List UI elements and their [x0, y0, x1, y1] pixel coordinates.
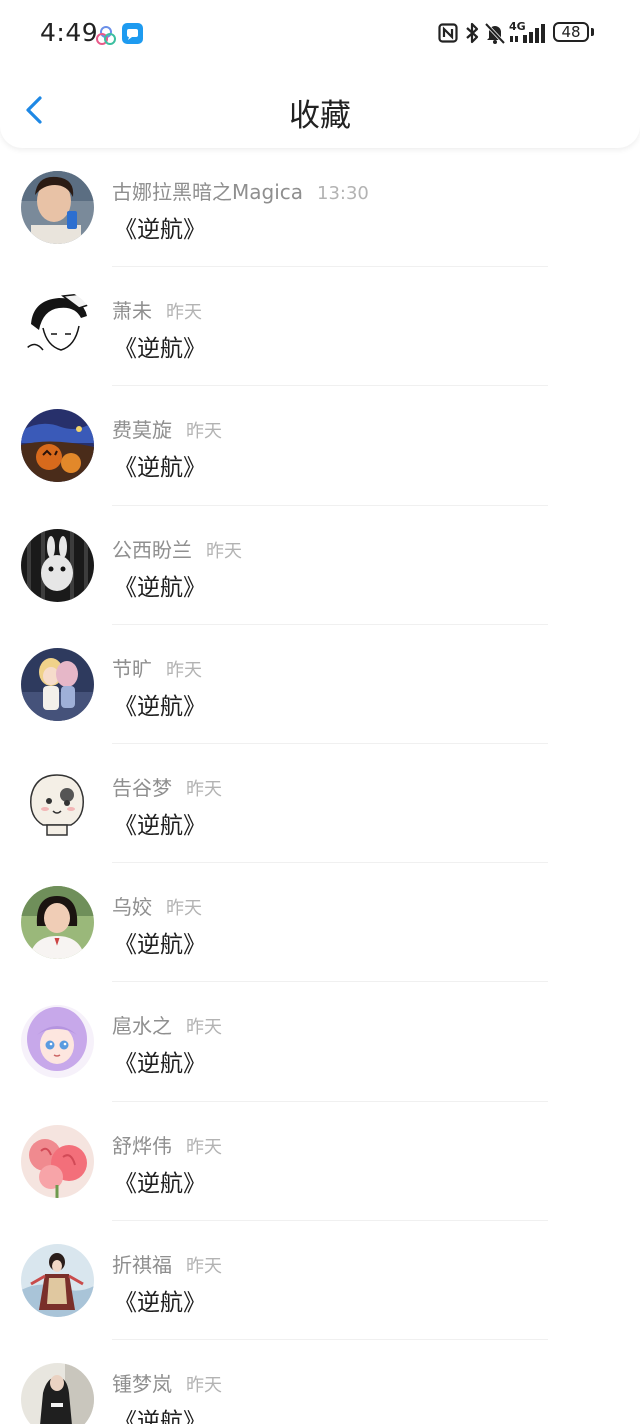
item-message: 《逆航》 — [114, 812, 206, 839]
item-meta: 古娜拉黑暗之Magica 13:30 — [112, 176, 369, 204]
title-bar: 收藏 — [0, 72, 640, 148]
battery-tip — [591, 28, 594, 36]
item-meta: 萧未 昨天 — [112, 295, 202, 323]
list-item[interactable]: 折祺福 昨天 《逆航》 — [0, 1221, 640, 1340]
list-item[interactable]: 古娜拉黑暗之Magica 13:30 《逆航》 — [0, 148, 640, 268]
list-item[interactable]: 扈水之 昨天 《逆航》 — [0, 982, 640, 1102]
sender-name: 费莫旋 — [112, 418, 172, 443]
list-item[interactable]: 乌姣 昨天 《逆航》 — [0, 863, 640, 983]
item-message: 《逆航》 — [114, 455, 206, 482]
bluetooth-icon — [466, 22, 479, 44]
sender-name: 古娜拉黑暗之Magica — [112, 180, 304, 204]
multicolor-app-icon — [96, 26, 116, 45]
avatar[interactable] — [21, 766, 94, 840]
item-time: 昨天 — [186, 1255, 222, 1277]
item-message: 《逆航》 — [114, 1289, 206, 1316]
sender-name: 扈水之 — [112, 1014, 172, 1039]
avatar[interactable] — [21, 171, 94, 244]
item-time: 昨天 — [186, 1374, 222, 1396]
avatar[interactable] — [21, 647, 94, 721]
item-message: 《逆航》 — [114, 932, 206, 959]
avatar[interactable] — [21, 1124, 94, 1198]
item-time: 昨天 — [166, 302, 202, 324]
mute-bell-icon — [484, 22, 506, 45]
signal-icon — [510, 24, 545, 43]
battery-level-text: 48 — [561, 23, 581, 41]
item-meta: 公西盼兰 昨天 — [112, 534, 242, 562]
favorites-list: 古娜拉黑暗之Magica 13:30 《逆航》 萧未 昨天 《逆航》 费莫旋 昨… — [0, 148, 640, 1424]
item-time: 昨天 — [206, 540, 242, 562]
item-meta: 锺梦岚 昨天 — [112, 1368, 222, 1396]
item-time: 昨天 — [186, 1136, 222, 1158]
item-message: 《逆航》 — [114, 1408, 206, 1424]
battery-icon: 48 — [553, 22, 589, 42]
item-meta: 扈水之 昨天 — [112, 1010, 222, 1038]
item-message: 《逆航》 — [114, 217, 206, 243]
sender-name: 乌姣 — [112, 895, 152, 920]
item-meta: 乌姣 昨天 — [112, 891, 202, 919]
list-item[interactable]: 费莫旋 昨天 《逆航》 — [0, 386, 640, 506]
item-meta: 费莫旋 昨天 — [112, 414, 222, 442]
sender-name: 折祺福 — [112, 1252, 172, 1277]
item-message: 《逆航》 — [114, 574, 206, 601]
status-time: 4:49 — [40, 18, 99, 47]
sender-name: 舒烨伟 — [112, 1133, 172, 1158]
list-item[interactable]: 告谷梦 昨天 《逆航》 — [0, 744, 640, 864]
nfc-icon — [438, 23, 458, 43]
item-time: 昨天 — [186, 1017, 222, 1039]
sender-name: 告谷梦 — [112, 775, 172, 800]
item-message: 《逆航》 — [114, 336, 206, 363]
chat-app-icon — [122, 23, 143, 44]
screen: 4:49 4G 48 收藏 古娜拉黑暗之Magica 13:30 《逆航》 萧未… — [0, 0, 640, 1424]
avatar[interactable] — [21, 528, 94, 602]
list-item[interactable]: 节旷 昨天 《逆航》 — [0, 625, 640, 744]
sender-name: 锺梦岚 — [112, 1371, 172, 1396]
list-item[interactable]: 萧未 昨天 《逆航》 — [0, 267, 640, 387]
avatar[interactable] — [21, 1243, 94, 1317]
list-item[interactable]: 锺梦岚 昨天 《逆航》 — [0, 1340, 640, 1424]
status-bar: 4:49 4G 48 — [0, 0, 640, 68]
page-title: 收藏 — [289, 98, 351, 134]
item-meta: 折祺福 昨天 — [112, 1249, 222, 1277]
list-item[interactable]: 舒烨伟 昨天 《逆航》 — [0, 1102, 640, 1221]
item-meta: 舒烨伟 昨天 — [112, 1130, 222, 1158]
item-meta: 告谷梦 昨天 — [112, 772, 222, 800]
sender-name: 萧未 — [112, 299, 152, 324]
item-time: 昨天 — [186, 421, 222, 443]
item-time: 昨天 — [186, 778, 222, 800]
item-meta: 节旷 昨天 — [112, 653, 202, 681]
top-bar: 4:49 4G 48 收藏 — [0, 0, 640, 148]
item-message: 《逆航》 — [114, 693, 206, 720]
item-time: 昨天 — [166, 659, 202, 681]
item-time: 13:30 — [317, 183, 369, 204]
item-message: 《逆航》 — [114, 1170, 206, 1197]
sender-name: 公西盼兰 — [112, 537, 192, 562]
sender-name: 节旷 — [112, 656, 152, 681]
avatar[interactable] — [21, 409, 94, 483]
avatar[interactable] — [21, 1005, 94, 1079]
list-item[interactable]: 公西盼兰 昨天 《逆航》 — [0, 506, 640, 625]
avatar[interactable] — [21, 1362, 94, 1424]
avatar[interactable] — [21, 290, 94, 364]
item-time: 昨天 — [166, 898, 202, 920]
avatar[interactable] — [21, 886, 94, 960]
item-message: 《逆航》 — [114, 1051, 206, 1078]
